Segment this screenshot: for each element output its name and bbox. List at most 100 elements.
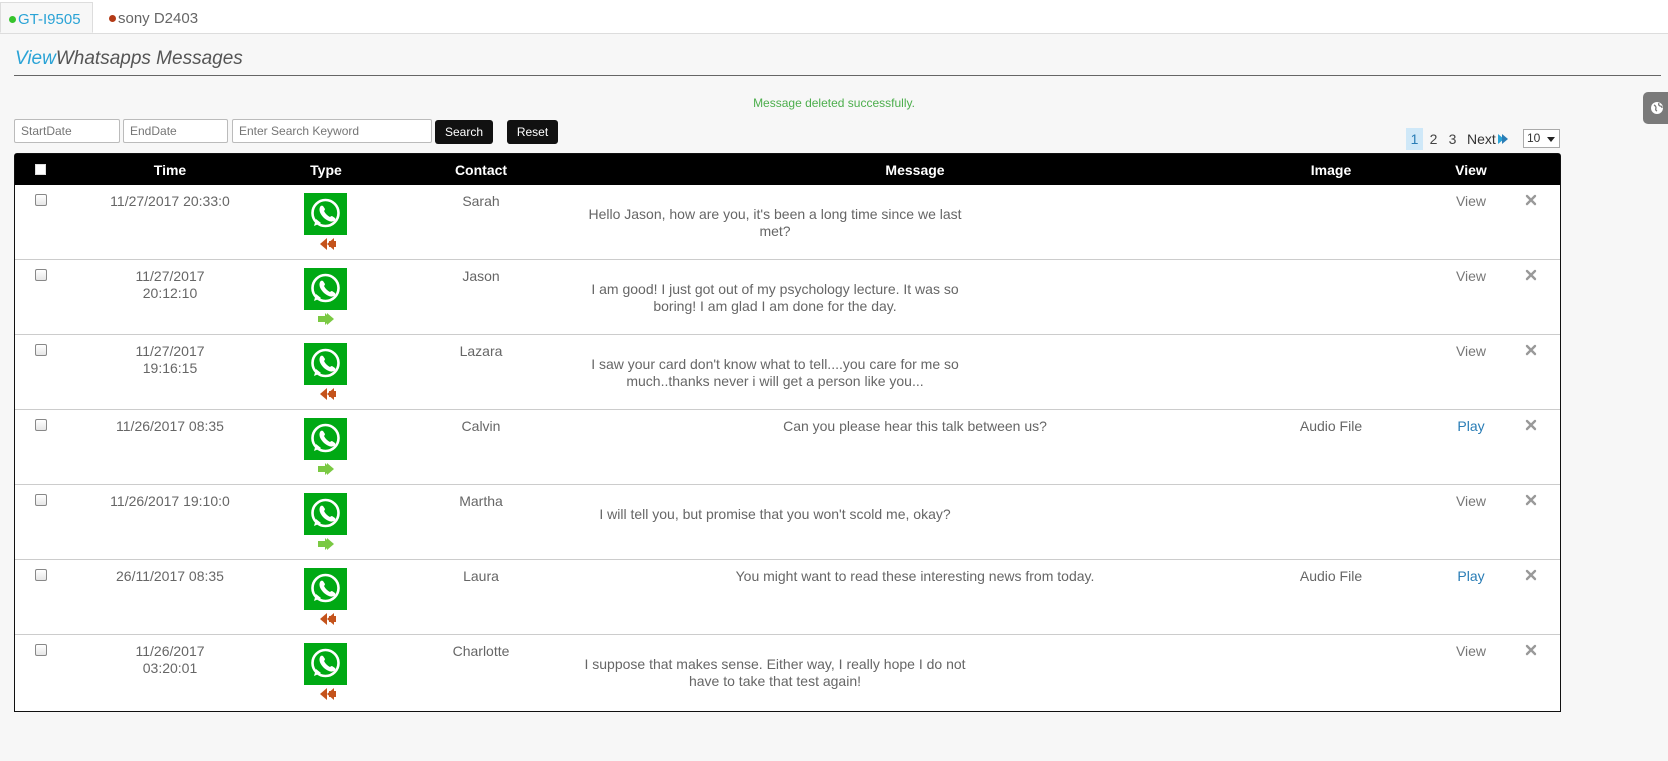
column-header-time: Time [153, 162, 187, 178]
delete-icon[interactable] [1523, 267, 1539, 283]
row-checkbox[interactable] [35, 644, 47, 656]
search-button[interactable]: Search [435, 120, 493, 144]
message-line: Hello Jason, how are you, it's been a lo… [588, 206, 962, 222]
delete-icon[interactable] [1523, 567, 1539, 583]
view-link[interactable]: View [1441, 343, 1501, 359]
page-title-rest: Whatsapps Messages [55, 48, 243, 69]
view-link[interactable]: View [1441, 643, 1501, 659]
column-header-type: Type [310, 162, 342, 178]
page-1-link[interactable]: 1 [1406, 128, 1423, 150]
view-link[interactable]: View [1441, 268, 1501, 284]
next-label: Next [1467, 131, 1496, 147]
play-link[interactable]: Play [1441, 568, 1501, 584]
incoming-arrow-icon [320, 688, 336, 700]
message-text: I will tell you, but promise that you wo… [575, 506, 975, 523]
message-time: 26/11/2017 08:35 [116, 568, 224, 584]
row-checkbox[interactable] [35, 419, 47, 431]
message-time: 11/27/2017 20:33:0 [110, 193, 230, 209]
main-content: ViewWhatsapps Messages Message deleted s… [0, 34, 1668, 761]
incoming-arrow-icon [320, 613, 336, 625]
contact-name: Jason [462, 268, 500, 284]
table-row: 11/27/2017 20:12:10 Jason I am good! I jus… [15, 260, 1560, 335]
column-header-image: Image [1310, 162, 1352, 178]
row-checkbox[interactable] [35, 494, 47, 506]
reset-button[interactable]: Reset [507, 120, 558, 144]
title-divider [14, 75, 1661, 76]
message-line: boring! I am glad I am done for the day. [653, 298, 897, 314]
delete-icon[interactable] [1523, 417, 1539, 433]
whatsapp-icon [304, 643, 347, 685]
column-header-message: Message [885, 162, 945, 178]
message-text: I suppose that makes sense. Either way, … [575, 656, 975, 690]
view-link[interactable]: View [1441, 193, 1501, 209]
message-time: 11/26/2017 19:10:0 [110, 493, 230, 509]
next-page-link[interactable]: Next [1467, 128, 1509, 150]
table-row: 26/11/2017 08:35 Laura You might want to r… [15, 560, 1560, 635]
end-date-input[interactable] [123, 119, 228, 143]
message-time: 11/26/2017 03:20:01 [135, 643, 205, 676]
message-text: You might want to read these interesting… [715, 568, 1115, 585]
table-row: 11/26/2017 03:20:01 Charlotte I suppose th… [15, 635, 1560, 710]
message-line: I am good! I just got out of my psycholo… [591, 281, 959, 297]
select-all-checkbox[interactable] [35, 164, 46, 175]
page-size-select[interactable]: 10 [1523, 129, 1560, 148]
image-cell: Audio File [1299, 418, 1363, 434]
message-time: 11/26/2017 08:35 [116, 418, 224, 434]
whatsapp-icon [304, 268, 347, 310]
whatsapp-icon [304, 193, 347, 235]
status-message: Message deleted successfully. [753, 96, 915, 110]
message-line: I will tell you, but promise that you wo… [599, 506, 951, 522]
contact-name: Calvin [461, 418, 501, 434]
outgoing-arrow-icon [318, 313, 334, 325]
tab-device-1[interactable]: GT-I9505 [0, 2, 93, 33]
message-time: 11/27/2017 19:16:15 [135, 343, 205, 376]
view-link[interactable]: View [1441, 493, 1501, 509]
page-size-value: 10 [1527, 131, 1541, 145]
message-line: met? [759, 223, 791, 239]
search-keyword-input[interactable] [232, 119, 432, 143]
message-time: 11/27/2017 20:12:10 [135, 268, 205, 301]
contact-name: Sarah [462, 193, 500, 209]
message-line: I saw your card don't know what to tell.… [591, 356, 959, 372]
message-line: I suppose that makes sense. Either way, … [584, 656, 966, 672]
device-tabs: GT-I9505 sony D2403 [0, 0, 1668, 34]
row-checkbox[interactable] [35, 194, 47, 206]
table-row: 11/26/2017 19:10:0 Martha I will tell you,… [15, 485, 1560, 560]
incoming-arrow-icon [320, 388, 336, 400]
page-3-link[interactable]: 3 [1444, 128, 1461, 150]
message-text: I am good! I just got out of my psycholo… [575, 281, 975, 315]
delete-icon[interactable] [1523, 342, 1539, 358]
globe-icon [1651, 102, 1663, 114]
outgoing-arrow-icon [318, 463, 334, 475]
page-2-link[interactable]: 2 [1425, 128, 1442, 150]
message-line: You might want to read these interesting… [735, 568, 1095, 584]
chevron-down-icon [1547, 137, 1555, 142]
message-text: Can you please hear this talk between us… [715, 418, 1115, 435]
column-header-contact: Contact [454, 162, 508, 178]
message-text: Hello Jason, how are you, it's been a lo… [575, 206, 975, 240]
tab-label: GT-I9505 [18, 11, 81, 28]
table-row: 11/27/2017 19:16:15 Lazara I saw your card… [15, 335, 1560, 410]
globe-side-tab[interactable] [1643, 92, 1668, 124]
page-title: ViewWhatsapps Messages [15, 48, 243, 70]
image-cell: Audio File [1299, 568, 1363, 584]
whatsapp-icon [304, 418, 347, 460]
delete-icon[interactable] [1523, 642, 1539, 658]
delete-icon[interactable] [1523, 192, 1539, 208]
whatsapp-icon [304, 343, 347, 385]
row-checkbox[interactable] [35, 269, 47, 281]
row-checkbox[interactable] [35, 344, 47, 356]
play-link[interactable]: Play [1441, 418, 1501, 434]
next-arrow-icon [1497, 134, 1508, 144]
table-row: 11/27/2017 20:33:0 Sarah Hello Jason, how … [15, 185, 1560, 260]
contact-name: Martha [459, 493, 503, 509]
tab-label: sony D2403 [118, 10, 199, 27]
tab-device-2[interactable]: sony D2403 [101, 2, 208, 33]
start-date-input[interactable] [14, 119, 120, 143]
page-title-highlight: View [15, 48, 56, 69]
delete-icon[interactable] [1523, 492, 1539, 508]
row-checkbox[interactable] [35, 569, 47, 581]
message-line: much..thanks never i will get a person l… [626, 373, 924, 389]
messages-table: Time Type Contact Message Image View 11/… [14, 153, 1561, 712]
contact-name: Laura [463, 568, 499, 584]
